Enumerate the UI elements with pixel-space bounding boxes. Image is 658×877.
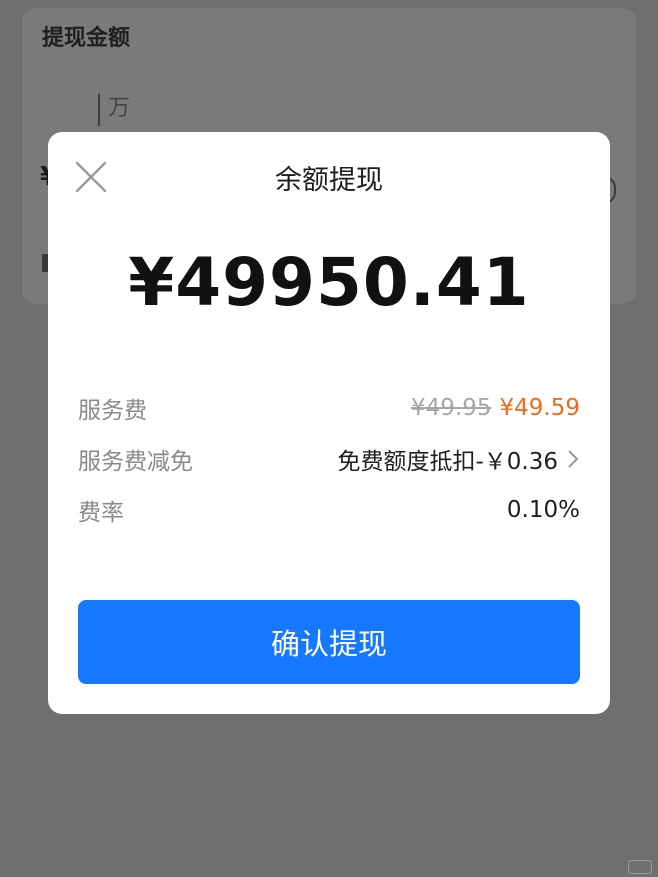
fee-rate-row: 费率 0.10% — [78, 492, 580, 528]
watermark-icon — [628, 860, 652, 874]
withdraw-amount: ¥49950.41 — [128, 244, 530, 321]
chevron-right-icon — [568, 450, 579, 468]
fee-waiver-row[interactable]: 服务费减免 免费额度抵扣-￥0.36 — [78, 441, 580, 477]
modal-title: 余额提现 — [275, 165, 383, 196]
service-fee-value: ¥49.95 ¥49.59 — [411, 395, 580, 421]
discounted-fee: ¥49.59 — [499, 395, 580, 421]
fee-rate-value: 0.10% — [506, 497, 580, 523]
fee-waiver-text: 免费额度抵扣-￥0.36 — [337, 449, 558, 475]
fee-waiver-value: 免费额度抵扣-￥0.36 — [337, 442, 580, 476]
fee-rate-label: 费率 — [78, 500, 124, 526]
original-fee: ¥49.95 — [411, 395, 492, 421]
amount-input[interactable]: 万 — [98, 94, 130, 126]
service-fee-row: 服务费 ¥49.95 ¥49.59 — [78, 390, 580, 426]
withdraw-modal: 余额提现 ¥49950.41 服务费 ¥49.95 ¥49.59 服务费减免 免… — [48, 132, 610, 714]
service-fee-label: 服务费 — [78, 398, 147, 424]
fee-waiver-label: 服务费减免 — [78, 449, 193, 475]
confirm-withdraw-button[interactable]: 确认提现 — [78, 600, 580, 684]
withdraw-amount-title: 提现金额 — [42, 26, 131, 51]
